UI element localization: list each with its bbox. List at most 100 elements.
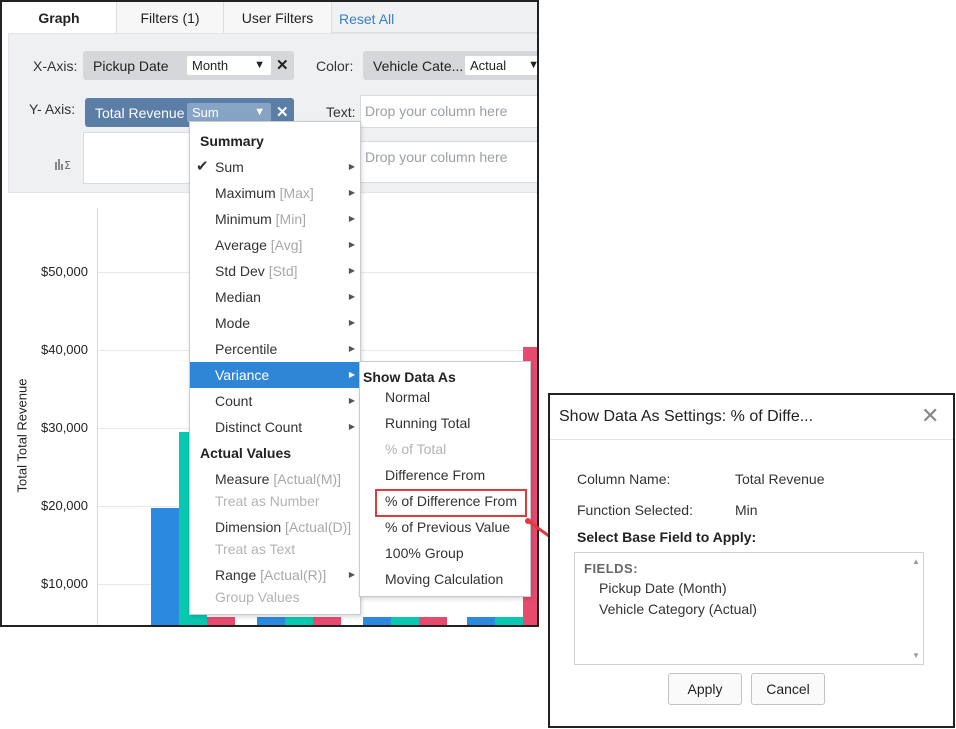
x-function-value: Month [192,58,229,73]
bar[interactable] [207,617,235,625]
y-tick-label: $10,000 [41,576,88,591]
tab-filters[interactable]: Filters (1) [117,2,224,33]
x-function-select[interactable]: Month ▼ [187,56,271,75]
x-axis-label: X-Axis: [33,58,78,74]
menu-item-hint: [Actual(D)] [285,519,352,535]
menu-item-label: Distinct Count [215,419,303,435]
menu-item[interactable]: Minimum [Min] ▶ [190,206,360,232]
highlight-box [375,489,527,517]
chevron-right-icon: ▶ [348,266,355,275]
menu-item[interactable]: Mode ▶ [190,310,360,336]
submenu-item[interactable]: % of Previous Value [360,514,530,540]
menu-item[interactable]: Std Dev [Std] ▶ [190,258,360,284]
submenu-item[interactable]: Normal [360,384,530,410]
bar[interactable] [285,617,313,625]
menu-item[interactable]: Maximum [Max] ▶ [190,180,360,206]
scrollbar[interactable]: ▲ ▼ [909,553,923,664]
menu-item-hint: [Actual(M)] [273,471,342,487]
cancel-button[interactable]: Cancel [751,673,825,705]
bar[interactable] [391,617,419,625]
chevron-down-icon: ▼ [528,59,539,71]
divider [550,439,953,440]
close-icon[interactable]: ✕ [276,51,289,81]
menu-item-hint: [Actual(R)] [260,567,327,583]
menu-item-hint: [Avg] [270,237,303,253]
color-function-value: Actual [470,58,507,73]
chevron-right-icon: ▶ [348,422,355,431]
bar[interactable] [313,617,341,625]
bar[interactable] [419,617,447,625]
series-icon: Σ [55,156,75,175]
color-function-select[interactable]: Actual ▼ [465,56,539,75]
submenu-item[interactable]: Difference From [360,462,530,488]
menu-item-hint: [Min] [275,211,307,227]
menu-item[interactable]: ✔ Sum ▶ [190,154,360,180]
series-dropzone[interactable] [83,132,193,184]
fields-listbox[interactable]: FIELDS: Pickup Date (Month) Vehicle Cate… [574,552,924,665]
menu-item[interactable]: Distinct Count ▶ [190,414,360,440]
chevron-right-icon: ▶ [348,344,355,353]
menu-item-label: Mode [215,315,251,331]
extra-dropzone[interactable]: Drop your column here [360,141,537,183]
menu-item: Treat as Number [190,488,360,514]
bar[interactable] [363,617,391,625]
apply-button[interactable]: Apply [668,673,742,705]
menu-item[interactable]: Median ▶ [190,284,360,310]
submenu-item[interactable]: 100% Group [360,540,530,566]
y-function-select[interactable]: Sum ▼ [187,103,271,122]
field-option[interactable]: Vehicle Category (Actual) [599,601,757,617]
dialog-title: Show Data As Settings: % of Diffe... [559,408,814,425]
menu-item-label: Sum [215,159,244,175]
menu-item[interactable]: Average [Avg] ▶ [190,232,360,258]
menu-item-label: Count [215,393,253,409]
bar[interactable] [495,617,523,625]
chevron-right-icon: ▶ [348,396,355,405]
y-axis-title: Total Total Revenue [14,378,30,493]
menu-item-label: Treat as Text [215,541,296,557]
x-axis-chip[interactable]: Pickup Date Month ▼ ✕ [83,51,294,80]
color-field-name: Vehicle Cate... [373,58,464,74]
x-field-name: Pickup Date [93,58,169,74]
column-name-label: Column Name: [577,471,671,487]
chevron-right-icon: ▶ [348,162,355,171]
menu-item-hint: [Std] [268,263,298,279]
chevron-right-icon: ▶ [348,292,355,301]
menu-item-label: Percentile [215,341,278,357]
column-name-value: Total Revenue [735,471,825,487]
chevron-right-icon: ▶ [348,214,355,223]
menu-item[interactable]: Count ▶ [190,388,360,414]
menu-item-label: Treat as Number [215,493,320,509]
y-function-value: Sum [192,105,219,120]
text-dropzone[interactable]: Drop your column here [360,95,537,128]
bar[interactable] [467,617,495,625]
menu-item[interactable]: Percentile ▶ [190,336,360,362]
menu-item: Group Values [190,584,360,610]
chevron-down-icon: ▼ [254,59,265,71]
reset-all-link[interactable]: Reset All [339,11,394,27]
y-axis-label: Y- Axis: [29,101,76,117]
bar[interactable] [151,508,179,625]
field-option[interactable]: Pickup Date (Month) [599,580,727,596]
scroll-down-icon[interactable]: ▼ [912,651,920,660]
menu-item[interactable]: Variance ▶ [190,362,360,388]
chevron-right-icon: ▶ [348,318,355,327]
chevron-right-icon: ▶ [348,370,355,379]
submenu-item[interactable]: Running Total [360,410,530,436]
y-field-name: Total Revenue [95,105,185,121]
menu-item-label: Maximum [215,185,276,201]
bar[interactable] [257,617,285,625]
fields-heading: FIELDS: [584,561,639,576]
y-tick-label: $40,000 [41,342,88,357]
submenu-item[interactable]: Moving Calculation [360,566,530,592]
scroll-up-icon[interactable]: ▲ [912,557,920,566]
menu-item-label: Range [215,567,257,583]
tab-user-filters[interactable]: User Filters [224,2,332,33]
tab-graph[interactable]: Graph [2,2,117,33]
close-icon[interactable]: ✕ [921,403,939,429]
submenu-item: % of Total [385,441,447,457]
color-chip[interactable]: Vehicle Cate... Actual ▼ [363,51,539,80]
menu-item-label: Dimension [215,519,282,535]
checkmark-icon: ✔ [196,158,209,175]
tab-bar: Graph Filters (1) User Filters Reset All [2,2,537,33]
y-tick-label: $20,000 [41,498,88,513]
